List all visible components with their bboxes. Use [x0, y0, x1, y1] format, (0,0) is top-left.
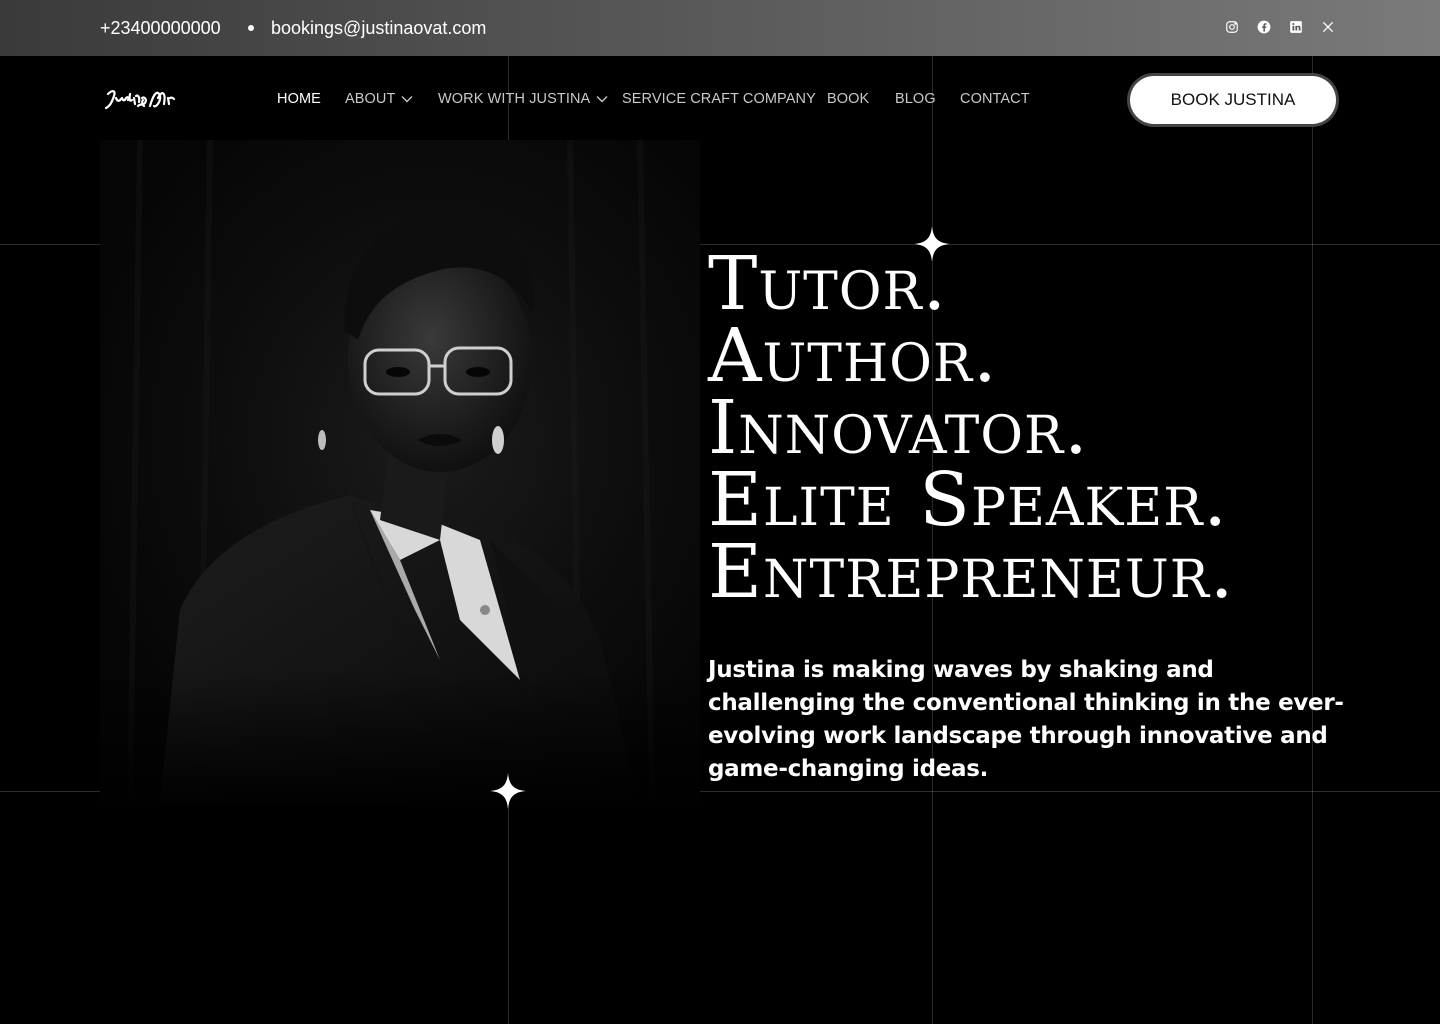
- nav-label: SERVICE CRAFT COMPANY: [622, 91, 816, 107]
- book-justina-button[interactable]: BOOK JUSTINA: [1130, 76, 1336, 124]
- hero-description: Justina is making waves by shaking and c…: [708, 657, 1344, 782]
- chevron-down-icon: [596, 95, 608, 103]
- nav-contact[interactable]: CONTACT: [960, 91, 1030, 107]
- nav-label: BLOG: [895, 91, 936, 107]
- headline-line: Elite Speaker.: [708, 457, 1228, 543]
- hero-headline: Tutor. Author. Innovator. Elite Speaker.…: [708, 241, 1235, 615]
- hero-portrait: [100, 140, 700, 802]
- grid-line: [1312, 56, 1313, 1024]
- nav-book[interactable]: BOOK: [827, 91, 869, 107]
- nav-blog[interactable]: BLOG: [895, 91, 936, 107]
- chevron-down-icon: [401, 95, 413, 103]
- nav-label: HOME: [277, 91, 321, 107]
- phone-link[interactable]: +23400000000: [100, 18, 221, 39]
- separator-dot: [248, 25, 254, 31]
- headline-line: Author.: [708, 313, 998, 399]
- nav-label: WORK WITH JUSTINA: [438, 91, 591, 107]
- nav-label: ABOUT: [345, 91, 396, 107]
- facebook-icon[interactable]: [1255, 18, 1273, 36]
- headline-line: Entrepreneur.: [708, 529, 1235, 615]
- sparkle-icon: [914, 226, 950, 262]
- linkedin-icon[interactable]: [1287, 18, 1305, 36]
- headline-line: Innovator.: [708, 385, 1089, 471]
- email-link[interactable]: bookings@justinaovat.com: [271, 18, 486, 39]
- logo-signature: [104, 90, 176, 110]
- x-icon[interactable]: [1319, 18, 1337, 36]
- nav-home[interactable]: HOME: [277, 91, 321, 107]
- top-contact-bar: +23400000000 bookings@justinaovat.com: [0, 0, 1440, 56]
- nav-work-with-justina[interactable]: WORK WITH JUSTINA: [438, 91, 608, 107]
- instagram-icon[interactable]: [1223, 18, 1241, 36]
- nav-about[interactable]: ABOUT: [345, 91, 413, 107]
- nav-label: BOOK: [827, 91, 870, 107]
- sparkle-icon: [490, 773, 526, 809]
- headline-line: Tutor.: [708, 241, 948, 327]
- logo[interactable]: [102, 84, 180, 118]
- nav-label: CONTACT: [960, 91, 1030, 107]
- nav-service-craft-company[interactable]: SERVICE CRAFT COMPANY: [622, 91, 816, 107]
